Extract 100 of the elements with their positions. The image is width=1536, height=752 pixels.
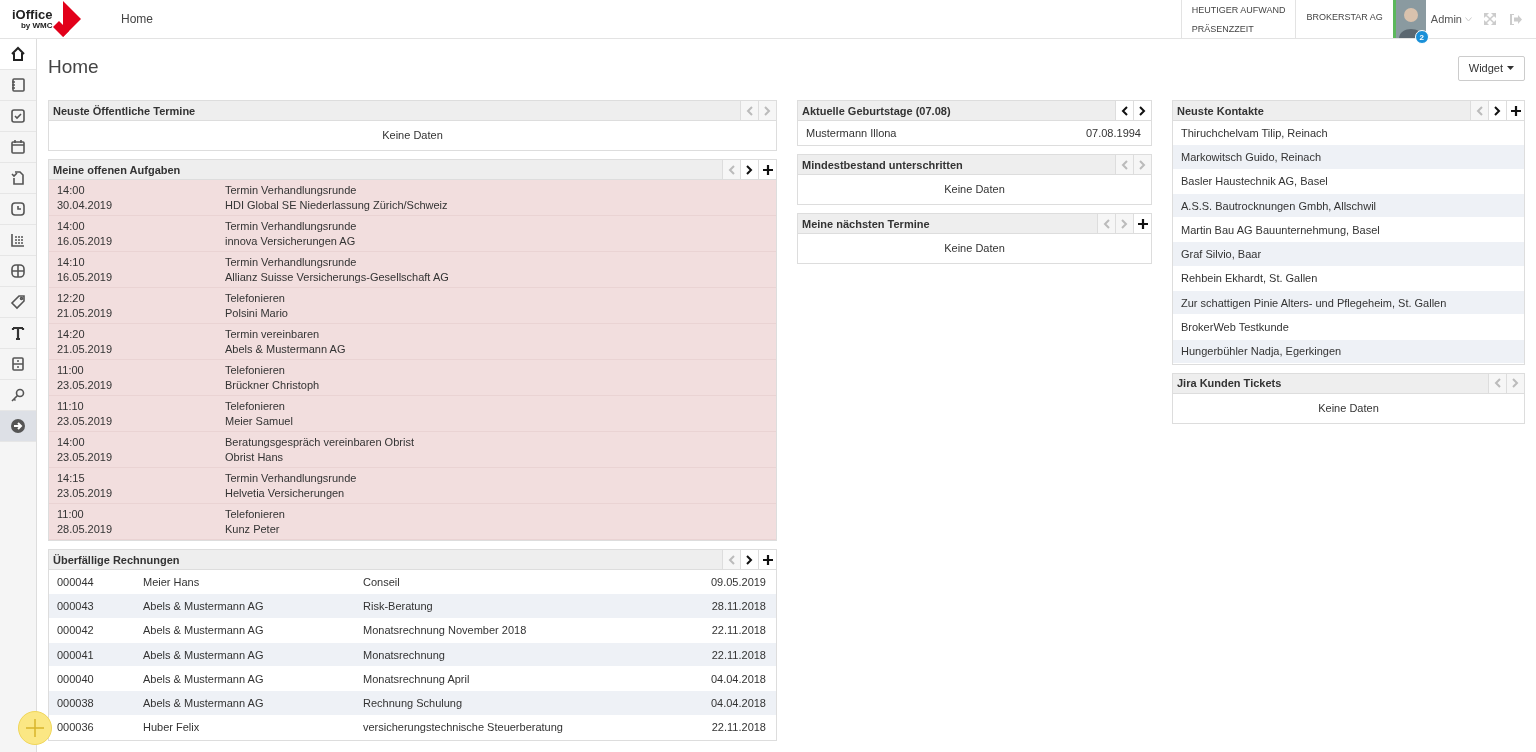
user-name[interactable]: Admin bbox=[1430, 13, 1462, 25]
table-cell: 04.04.2018 bbox=[710, 697, 766, 710]
table-cell: Monatsrechnung November 2018 bbox=[363, 624, 527, 637]
add-button[interactable] bbox=[758, 160, 776, 179]
task-title: Termin Verhandlungsrunde bbox=[225, 183, 358, 198]
chevron-right-icon bbox=[764, 105, 771, 116]
table-cell: Monatsrechnung bbox=[363, 648, 445, 661]
task-row[interactable]: 11:00 23.05.2019 Telefonieren Brückner Christoph bbox=[49, 360, 776, 396]
task-time: 11:00 bbox=[57, 363, 85, 378]
table-cell: 22.11.2018 bbox=[711, 624, 766, 637]
chevron-left-icon bbox=[1121, 105, 1128, 116]
task-time: 14:20 bbox=[57, 327, 86, 342]
table-cell: Mustermann Illona bbox=[806, 126, 897, 139]
contact-row[interactable]: A.S.S. Bautrocknungen Gmbh, Allschwil bbox=[1173, 193, 1524, 219]
company-name[interactable]: BROKERSTAR AG bbox=[1306, 12, 1383, 22]
table-cell: Abels & Mustermann AG bbox=[143, 697, 264, 710]
contact-row[interactable]: Graf Silvio, Baar bbox=[1173, 242, 1524, 267]
add-button[interactable] bbox=[758, 550, 776, 569]
page-title: Home bbox=[48, 56, 99, 78]
plus-icon bbox=[762, 164, 773, 175]
contact-row[interactable]: Zur schattigen Pinie Alters- und Pflegeheim, St. Gallen bbox=[1173, 291, 1524, 316]
task-title: Telefonieren bbox=[225, 399, 286, 414]
widget-title: Neuste Öffentliche Termine bbox=[53, 104, 196, 117]
task-row[interactable]: 11:10 23.05.2019 Telefonieren Meier Samuel bbox=[49, 396, 776, 432]
task-time: 14:00 bbox=[57, 219, 86, 234]
empty-message: Keine Daten bbox=[382, 129, 443, 141]
chevron-right-icon bbox=[1494, 105, 1501, 116]
plus-icon bbox=[1510, 105, 1521, 116]
chevron-left-icon bbox=[1494, 378, 1501, 389]
chevron-left-icon bbox=[746, 105, 753, 116]
table-cell: 000044 bbox=[57, 575, 94, 588]
logo-tagline: by WMC bbox=[20, 22, 53, 30]
sidebar-item[interactable] bbox=[0, 411, 36, 442]
table-cell: Abels & Mustermann AG bbox=[143, 599, 264, 612]
table-cell: Abels & Mustermann AG bbox=[143, 624, 264, 637]
table-cell: Abels & Mustermann AG bbox=[143, 672, 264, 685]
task-row[interactable]: 14:00 30.04.2019 Termin Verhandlungsrunde HDI Global SE Niederlassung Zürich/Schweiz bbox=[49, 180, 776, 216]
widget-title: Überfällige Rechnungen bbox=[53, 553, 180, 566]
stat-link[interactable]: PRÄSENZZEIT bbox=[1191, 23, 1286, 34]
previous-button[interactable] bbox=[1115, 101, 1133, 120]
key-icon bbox=[10, 387, 26, 403]
globe-icon bbox=[10, 263, 26, 279]
chevron-right-icon bbox=[1512, 378, 1519, 389]
stat-link[interactable]: HEUTIGER AUFWAND bbox=[1191, 4, 1286, 15]
task-title: Termin Verhandlungsrunde bbox=[225, 219, 358, 234]
table-cell: 09.05.2019 bbox=[710, 575, 766, 588]
task-row[interactable]: 14:15 23.05.2019 Termin Verhandlungsrunde Helvetia Versicherungen bbox=[49, 468, 776, 504]
task-row[interactable]: 14:10 16.05.2019 Termin Verhandlungsrunde Allianz Suisse Versicherungs-Gesellschaft AG bbox=[49, 252, 776, 288]
task-row[interactable]: 12:20 21.05.2019 Telefonieren Polsini Mario bbox=[49, 288, 776, 324]
task-row[interactable]: 11:00 28.05.2019 Telefonieren Kunz Peter bbox=[49, 504, 776, 540]
task-date: 28.05.2019 bbox=[57, 521, 114, 536]
task-date: 16.05.2019 bbox=[57, 269, 114, 284]
next-button[interactable] bbox=[740, 160, 758, 179]
widget-title: Meine offenen Aufgaben bbox=[53, 163, 181, 176]
task-row[interactable]: 14:00 23.05.2019 Beratungsgespräch vereinbaren Obrist Obrist Hans bbox=[49, 432, 776, 468]
table-cell: 07.08.1994 bbox=[1085, 126, 1141, 139]
empty-message: Keine Daten bbox=[1318, 401, 1379, 414]
task-subject: Obrist Hans bbox=[225, 449, 285, 464]
task-date: 23.05.2019 bbox=[57, 449, 114, 464]
contact-row[interactable]: BrokerWeb Testkunde bbox=[1173, 315, 1524, 340]
task-title: Telefonieren bbox=[225, 507, 286, 522]
table-cell: Risk-Beratung bbox=[363, 599, 433, 612]
next-button[interactable] bbox=[1488, 101, 1506, 120]
contact-row[interactable]: Basler Haustechnik AG, Basel bbox=[1173, 169, 1524, 194]
task-subject: Kunz Peter bbox=[225, 521, 281, 536]
plus-icon bbox=[1137, 218, 1148, 229]
document-icon bbox=[10, 170, 26, 186]
sidebar-item[interactable] bbox=[0, 39, 36, 70]
task-subject: Polsini Mario bbox=[225, 305, 289, 320]
task-subject: Meier Samuel bbox=[225, 413, 294, 428]
table-cell: Conseil bbox=[363, 575, 400, 588]
contact-row[interactable]: Hungerbühler Nadja, Egerkingen bbox=[1173, 339, 1524, 364]
task-row[interactable]: 14:00 16.05.2019 Termin Verhandlungsrunde innova Versicherungen AG bbox=[49, 216, 776, 252]
task-row[interactable]: 14:20 21.05.2019 Termin vereinbaren Abels & Mustermann AG bbox=[49, 324, 776, 360]
table-cell: 28.11.2018 bbox=[711, 599, 766, 612]
next-button[interactable] bbox=[740, 550, 758, 569]
task-time: 14:00 bbox=[57, 183, 86, 198]
add-button[interactable] bbox=[1506, 101, 1524, 120]
chevron-right-icon bbox=[1121, 218, 1128, 229]
task-time: 14:00 bbox=[57, 435, 86, 450]
table-cell: 000038 bbox=[57, 697, 94, 710]
logo-drawing bbox=[53, 1, 84, 37]
table-cell: 000042 bbox=[57, 624, 94, 637]
task-time: 14:15 bbox=[57, 471, 86, 486]
table-cell: 000041 bbox=[57, 648, 94, 661]
chevron-right-icon bbox=[1139, 159, 1146, 170]
chevron-right-icon bbox=[1139, 105, 1146, 116]
avatar-icon[interactable] bbox=[1395, 0, 1426, 38]
widget-button[interactable]: Widget bbox=[1457, 55, 1525, 81]
widget-title: Meine nächsten Termine bbox=[802, 217, 930, 230]
arrow-circle-icon bbox=[10, 418, 26, 434]
task-date: 21.05.2019 bbox=[57, 305, 114, 320]
next-button[interactable] bbox=[1133, 101, 1151, 120]
task-subject: Helvetia Versicherungen bbox=[225, 485, 346, 500]
task-time: 11:10 bbox=[57, 399, 85, 414]
add-button[interactable] bbox=[1133, 214, 1151, 234]
contact-row[interactable]: Markowitsch Guido, Reinach bbox=[1173, 145, 1524, 170]
table-cell: Huber Felix bbox=[143, 721, 200, 734]
header-title: Home bbox=[121, 12, 153, 26]
task-title: Termin Verhandlungsrunde bbox=[225, 471, 358, 486]
